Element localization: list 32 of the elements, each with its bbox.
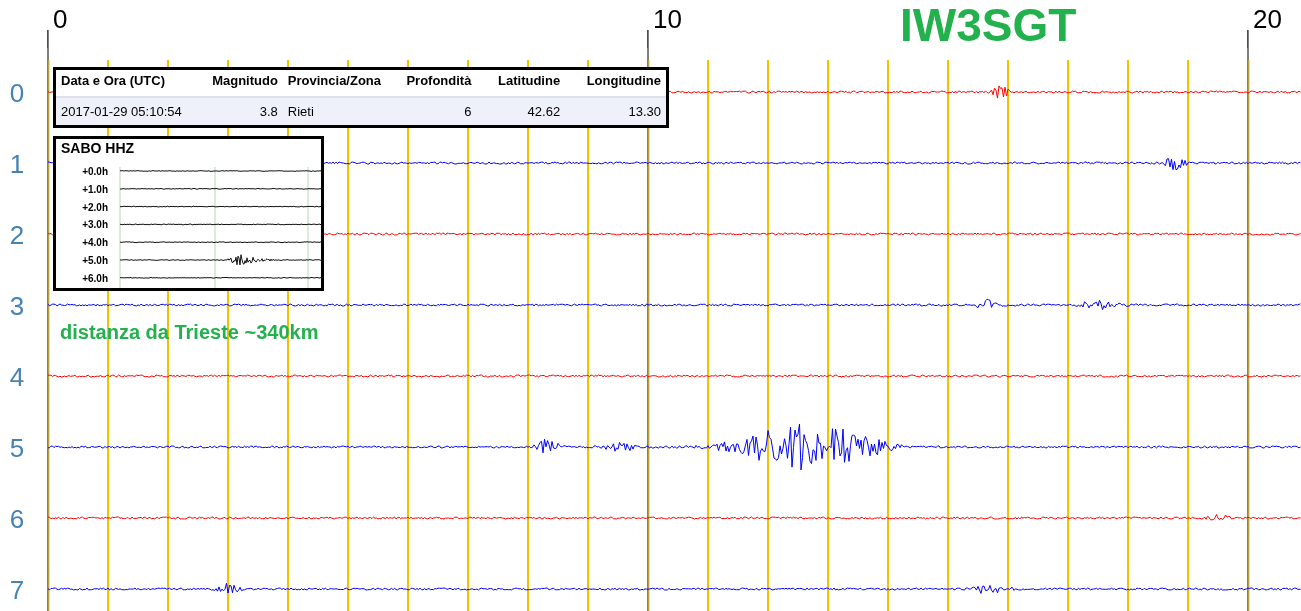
hour-row-label: 7 [9, 575, 25, 605]
column-header: Data e Ora (UTC) [56, 70, 193, 97]
hour-row-label: 0 [9, 78, 25, 108]
table-cell: 13.30 [565, 96, 666, 125]
table-cell: 3.8 [192, 96, 283, 125]
time-axis-label: 10 [653, 4, 682, 34]
hour-offset-label: +4.0h [82, 237, 108, 249]
hour-offset-label: +3.0h [82, 219, 108, 231]
hour-offset-label: +6.0h [82, 272, 108, 284]
table-cell: 2017-01-29 05:10:54 [56, 96, 193, 125]
hour-offset-label: +0.0h [82, 166, 108, 177]
inset-title: SABO HHZ [61, 140, 135, 156]
hour-offset-label: +5.0h [82, 255, 108, 266]
hour-row-label: 2 [9, 220, 25, 250]
table-cell: 6 [395, 96, 477, 125]
station-title: IW3SGT [900, 2, 1077, 48]
hour-row-label: 3 [9, 291, 25, 321]
hour-row-label: 4 [9, 362, 25, 392]
hour-offset-label: +1.0h [82, 183, 108, 195]
hour-offset-label: +2.0h [82, 201, 108, 213]
column-header: Profondità [395, 70, 477, 97]
time-axis-label: 0 [53, 4, 68, 34]
column-header: Provincia/Zona [282, 70, 396, 97]
table-cell: 42.62 [476, 96, 566, 125]
hour-row-label: 6 [9, 504, 25, 534]
column-header: Magnitudo [192, 70, 283, 97]
hour-row-label: 1 [9, 149, 25, 179]
column-header: Longitudine [565, 70, 666, 97]
time-axis-label: 20 [1253, 4, 1282, 34]
hour-row-label: 5 [9, 433, 25, 463]
column-header: Latitudine [476, 70, 566, 97]
table-cell: Rieti [282, 96, 396, 125]
